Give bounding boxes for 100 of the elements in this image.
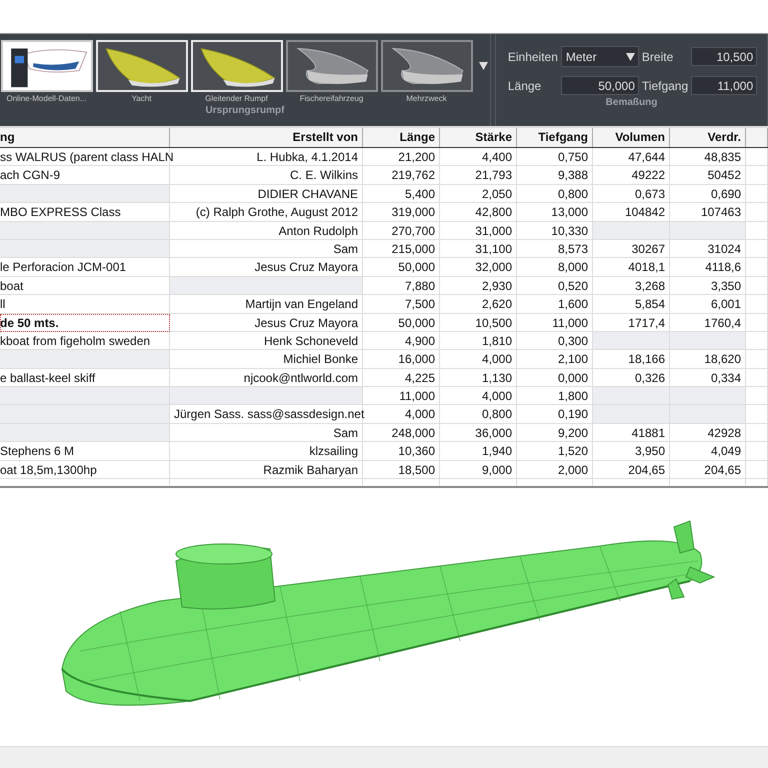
table-cell: 1,940: [440, 442, 517, 461]
table-cell: 41881: [593, 424, 670, 442]
table-cell: le Perforacion JCM-001: [0, 258, 170, 277]
hull-thumbnail[interactable]: [0, 40, 92, 92]
thumbnail-label: Online-Modell-Daten...: [6, 94, 87, 103]
table-cell: 16,000: [363, 350, 440, 369]
table-cell: 4018,1: [593, 258, 670, 277]
table-cell: Jürgen Sass. sass@sassdesign.net: [170, 405, 363, 424]
table-cell: 4,225: [363, 368, 440, 388]
table-cell: boat: [0, 276, 170, 296]
empty-cell: [746, 314, 768, 332]
table-cell: 7,880: [363, 276, 440, 296]
column-header[interactable]: Verdr.: [670, 128, 746, 147]
table-cell: ll: [0, 295, 170, 314]
table-cell: 1,600: [517, 295, 593, 314]
column-header[interactable]: ng: [0, 128, 170, 147]
table-cell: 2,000: [517, 460, 593, 480]
field-label: Einheiten: [508, 50, 558, 64]
units-dropdown[interactable]: Meter: [560, 46, 639, 67]
table-cell: 4,000: [363, 405, 440, 424]
thumbnail-label: Yacht: [132, 94, 152, 103]
empty-cell: [746, 295, 768, 314]
table-cell: 9,000: [440, 460, 517, 480]
table-cell: 1,130: [440, 368, 517, 388]
table-cell: 0,673: [593, 184, 670, 204]
table-cell: 2,100: [517, 350, 593, 369]
table-cell: 7,500: [363, 295, 440, 314]
input-field[interactable]: 11,000: [691, 76, 758, 95]
group-caption: Ursprungsrumpf: [206, 105, 284, 116]
group-caption: Bemaßung: [606, 97, 658, 108]
table-cell: 5,400: [363, 184, 440, 204]
table-cell: 3,268: [593, 276, 670, 296]
table-cell: 0,000: [517, 368, 593, 388]
gallery-scroll-button[interactable]: [477, 60, 489, 72]
table-cell: Razmik Baharyan: [170, 460, 363, 480]
table-cell: Anton Rudolph: [170, 222, 363, 240]
table-cell: 31,100: [440, 240, 517, 258]
table-cell: 9,200: [517, 424, 593, 442]
table-cell: 4,900: [363, 332, 440, 350]
empty-cell: [746, 258, 768, 277]
table-cell: 0,800: [440, 405, 517, 424]
thumbnail-label: Fischereifahrzeug: [300, 94, 364, 103]
table-cell: 49222: [593, 166, 670, 185]
table-cell: 1,810: [440, 332, 517, 350]
hull-thumbnail[interactable]: [380, 40, 472, 92]
caret-icon: [626, 52, 635, 60]
column-header[interactable]: Stärke: [440, 128, 517, 147]
table-cell: 42928: [670, 424, 746, 442]
table-cell: 319,000: [363, 203, 440, 222]
empty-cell: [746, 276, 768, 296]
table-cell: 47,644: [593, 148, 670, 166]
empty-cell: [746, 148, 768, 166]
table-cell: 31024: [670, 240, 746, 258]
table-cell: (c) Ralph Grothe, August 2012: [170, 203, 363, 222]
table-cell: 215,000: [363, 240, 440, 258]
column-header[interactable]: Länge: [363, 128, 440, 147]
table-cell: de 50 mts.: [0, 314, 170, 332]
table-cell: 50,000: [363, 314, 440, 332]
table-cell: 1,520: [517, 442, 593, 461]
table-cell: ss WALRUS (parent class HALN: [0, 148, 170, 166]
table-cell: 9,388: [517, 166, 593, 185]
input-field[interactable]: 10,500: [691, 47, 758, 66]
table-cell: 219,762: [363, 166, 440, 185]
field-label: Breite: [642, 50, 674, 64]
table-cell: 18,500: [363, 460, 440, 480]
table-cell: Jesus Cruz Mayora: [170, 314, 363, 332]
column-header[interactable]: Erstellt von: [170, 128, 363, 147]
table-cell: 48,835: [670, 148, 746, 166]
table-cell: 3,350: [670, 276, 746, 296]
table-cell: 42,800: [440, 203, 517, 222]
table-cell: 36,000: [440, 424, 517, 442]
empty-cell: [746, 240, 768, 258]
hull-thumbnail[interactable]: [286, 40, 378, 92]
empty-cell: [746, 460, 768, 480]
table-cell: 4,049: [670, 442, 746, 461]
table-cell: 8,000: [517, 258, 593, 277]
table-cell: 21,793: [440, 166, 517, 185]
table-cell: 204,65: [670, 460, 746, 480]
table-cell: 2,620: [440, 295, 517, 314]
table-cell: 11,000: [517, 314, 593, 332]
input-field[interactable]: 50,000: [560, 76, 639, 95]
table-cell: 10,500: [440, 314, 517, 332]
table-cell: Michiel Bonke: [170, 350, 363, 369]
table-cell: 4,400: [440, 148, 517, 166]
table-cell: 2,050: [440, 184, 517, 204]
table-cell: 6,001: [670, 295, 746, 314]
table-cell: 31,000: [440, 222, 517, 240]
table-cell: oat 18,5m,1300hp: [0, 460, 170, 480]
table-cell: 50,000: [363, 258, 440, 277]
caret-icon: [478, 62, 488, 70]
field-label: Tiefgang: [642, 78, 688, 92]
table-cell: 18,166: [593, 350, 670, 369]
thumbnail-label: Mehrzweck: [406, 94, 447, 103]
column-header[interactable]: Volumen: [593, 128, 670, 147]
table-cell: 0,750: [517, 148, 593, 166]
empty-cell: [746, 184, 768, 204]
table-cell: Sam: [170, 424, 363, 442]
table-cell: 0,800: [517, 184, 593, 204]
column-header[interactable]: Tiefgang: [517, 128, 593, 147]
table-cell: C. E. Wilkins: [170, 166, 363, 185]
